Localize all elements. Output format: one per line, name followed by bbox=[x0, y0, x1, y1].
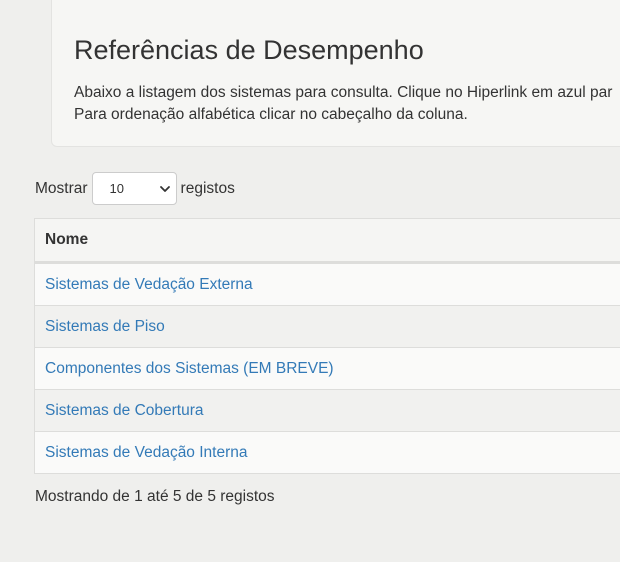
table-row: Sistemas de Vedação Interna bbox=[35, 431, 620, 473]
system-link[interactable]: Sistemas de Vedação Interna bbox=[45, 444, 248, 462]
system-link[interactable]: Componentes dos Sistemas (EM BREVE) bbox=[45, 360, 334, 378]
table-row: Sistemas de Cobertura bbox=[35, 389, 620, 431]
system-link[interactable]: Sistemas de Vedação Externa bbox=[45, 276, 253, 294]
system-link[interactable]: Sistemas de Piso bbox=[45, 318, 165, 336]
chevron-down-icon bbox=[159, 185, 170, 192]
systems-table: Nome Sistemas de Vedação Externa Sistema… bbox=[34, 218, 620, 474]
page-length-select[interactable]: 10 bbox=[91, 172, 177, 205]
description-line: Para ordenação alfabética clicar no cabe… bbox=[74, 106, 468, 123]
table-row: Sistemas de Piso bbox=[35, 305, 620, 347]
page-length-value: 10 bbox=[109, 181, 125, 196]
length-prefix-label: Mostrar bbox=[35, 179, 88, 197]
page-title: Referências de Desempenho bbox=[74, 35, 424, 65]
table-row: Componentes dos Sistemas (EM BREVE) bbox=[35, 347, 620, 389]
system-link[interactable]: Sistemas de Cobertura bbox=[45, 402, 204, 420]
description-line: Abaixo a listagem dos sistemas para cons… bbox=[74, 84, 613, 101]
page-description: Abaixo a listagem dos sistemas para cons… bbox=[74, 82, 612, 126]
table-row: Sistemas de Vedação Externa bbox=[35, 263, 620, 305]
column-header-nome[interactable]: Nome bbox=[35, 219, 620, 263]
table-info: Mostrando de 1 até 5 de 5 registos bbox=[35, 488, 275, 505]
page-length-control: Mostrar 10 registos bbox=[35, 172, 235, 205]
length-suffix-label: registos bbox=[180, 179, 235, 197]
